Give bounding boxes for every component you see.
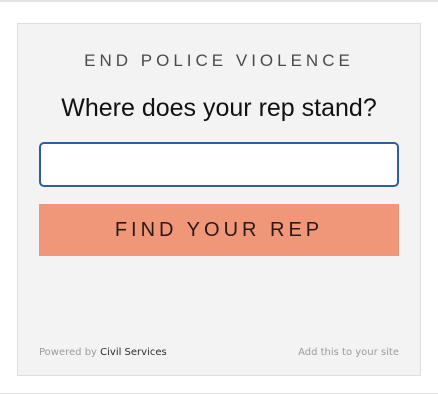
powered-by-text: Powered by Civil Services	[39, 345, 167, 361]
page-frame: END POLICE VIOLENCE Where does your rep …	[0, 0, 438, 394]
rep-finder-widget: END POLICE VIOLENCE Where does your rep …	[17, 23, 421, 376]
campaign-heading: END POLICE VIOLENCE	[84, 51, 354, 70]
add-to-your-site-link[interactable]: Add this to your site	[298, 345, 399, 361]
main-question: Where does your rep stand?	[61, 94, 377, 122]
civil-services-link[interactable]: Civil Services	[100, 347, 167, 358]
find-your-rep-button[interactable]: FIND YOUR REP	[39, 204, 399, 256]
widget-footer: Powered by Civil Services Add this to yo…	[39, 345, 399, 361]
address-input[interactable]	[39, 142, 399, 187]
powered-by-prefix: Powered by	[39, 347, 101, 358]
